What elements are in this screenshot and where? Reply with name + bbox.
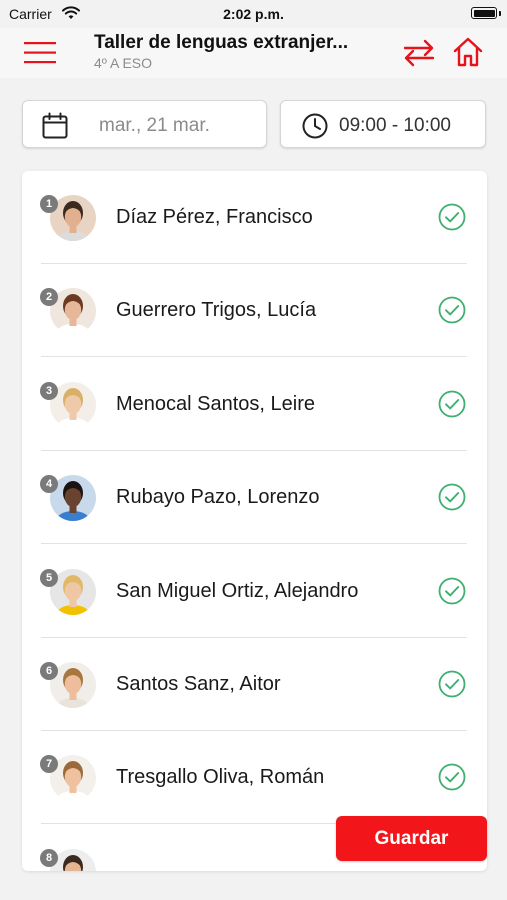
save-button[interactable]: Guardar [336,816,487,861]
student-row[interactable]: 1 Díaz Pérez, Francisco [22,171,487,264]
student-name: Guerrero Trigos, Lucía [116,299,317,322]
attendance-check-icon[interactable] [438,390,466,418]
time-picker[interactable]: 09:00 - 10:00 [280,100,486,148]
student-row[interactable]: 7 Tresgallo Oliva, Román [22,731,487,825]
student-number-badge: 8 [40,848,58,867]
attendance-check-icon[interactable] [438,483,466,511]
student-row[interactable]: 3 Menocal Santos, Leire [22,358,487,451]
date-picker[interactable]: mar., 21 mar. [22,100,267,148]
calendar-icon [41,112,69,145]
student-row[interactable]: 5 San Miguel Ortiz, Alejandro [22,545,487,638]
status-bar: Carrier 2:02 p.m. [0,0,507,28]
student-row[interactable]: 4 Rubayo Pazo, Lorenzo [22,451,487,545]
nav-bar: Taller de lenguas extranjer... 4º A ESO [0,28,507,78]
status-time: 2:02 p.m. [223,6,284,22]
student-number-badge: 3 [40,381,58,400]
attendance-check-icon[interactable] [438,763,466,791]
title-block: Taller de lenguas extranjer... 4º A ESO [94,32,384,71]
battery-cap [499,11,501,16]
page-title: Taller de lenguas extranjer... [94,32,349,53]
student-name: Menocal Santos, Leire [116,392,316,415]
page-subtitle: 4º A ESO [94,55,153,71]
home-icon[interactable] [452,36,484,68]
attendance-check-icon[interactable] [438,203,466,231]
student-row[interactable]: 2 Guerrero Trigos, Lucía [22,264,487,358]
student-list: 1 Díaz Pérez, Francisco 2 Guerrero Trigos, … [22,171,487,871]
attendance-check-icon[interactable] [438,296,466,324]
student-number-badge: 1 [40,195,58,213]
swap-arrows-icon[interactable] [402,38,436,68]
student-name: Rubayo Pazo, Lorenzo [116,486,320,509]
student-name: Díaz Pérez, Francisco [116,206,313,228]
student-row[interactable]: 6 Santos Sanz, Aitor [22,638,487,731]
battery-icon [471,7,497,19]
date-value: mar., 21 mar. [99,115,210,136]
clock-icon [301,112,329,145]
student-name: Tresgallo Oliva, Román [116,766,325,789]
menu-icon[interactable] [24,40,58,66]
student-name: San Miguel Ortiz, Alejandro [116,579,359,602]
student-number-badge: 6 [40,662,58,680]
time-value: 09:00 - 10:00 [339,115,451,136]
attendance-check-icon[interactable] [438,670,466,698]
attendance-check-icon[interactable] [438,577,466,605]
student-number-badge: 5 [40,568,58,587]
student-name: Santos Sanz, Aitor [116,673,281,695]
